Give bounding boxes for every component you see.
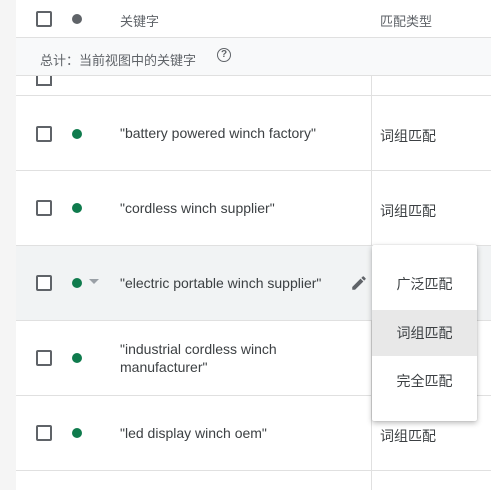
status-dot bbox=[72, 203, 82, 213]
row-checkbox[interactable] bbox=[36, 126, 52, 142]
table-row-partial bbox=[16, 76, 491, 96]
status-dot bbox=[72, 129, 82, 139]
select-all-checkbox[interactable] bbox=[36, 11, 52, 27]
row-checkbox[interactable] bbox=[36, 275, 52, 291]
keyword-text-line1[interactable]: "industrial cordless winch bbox=[120, 340, 277, 358]
left-gutter bbox=[0, 0, 16, 490]
help-circle-icon[interactable]: ? bbox=[217, 48, 231, 62]
keyword-text[interactable]: "battery powered winch factory" bbox=[120, 124, 316, 142]
match-type-text[interactable]: 词组匹配 bbox=[380, 426, 436, 446]
status-dot bbox=[72, 353, 82, 363]
checkbox-partial[interactable] bbox=[36, 76, 52, 86]
row-checkbox[interactable] bbox=[36, 200, 52, 216]
option-exact-match[interactable]: 完全匹配 bbox=[372, 358, 477, 404]
row-checkbox[interactable] bbox=[36, 350, 52, 366]
edit-pencil-icon[interactable] bbox=[350, 274, 368, 292]
keyword-text[interactable]: "led display winch oem" bbox=[120, 424, 267, 442]
status-dropdown-caret-icon[interactable] bbox=[89, 279, 99, 284]
keyword-column-header[interactable]: 关键字 bbox=[120, 11, 159, 30]
match-type-text[interactable]: 词组匹配 bbox=[380, 126, 436, 146]
summary-label: 总计：当前视图中的关键字 bbox=[40, 53, 197, 68]
table-row: "battery powered winch factory" 词组匹配 bbox=[16, 96, 491, 171]
status-dot bbox=[72, 428, 82, 438]
status-dot[interactable] bbox=[72, 278, 82, 288]
keyword-text-line2[interactable]: manufacturer" bbox=[120, 358, 207, 376]
table-row: "cordless winch supplier" 词组匹配 bbox=[16, 171, 491, 246]
match-type-column-header[interactable]: 匹配类型 bbox=[380, 11, 432, 30]
match-type-text[interactable]: 词组匹配 bbox=[380, 201, 436, 221]
table-header: 关键字 匹配类型 bbox=[16, 0, 491, 38]
option-broad-match[interactable]: 广泛匹配 bbox=[372, 261, 477, 307]
summary-row: 总计：当前视图中的关键字 ? bbox=[16, 38, 491, 76]
row-checkbox[interactable] bbox=[36, 425, 52, 441]
status-header-dot[interactable] bbox=[72, 14, 82, 24]
keyword-text[interactable]: "electric portable winch supplier" bbox=[120, 274, 321, 292]
keyword-text[interactable]: "cordless winch supplier" bbox=[120, 199, 275, 217]
option-phrase-match[interactable]: 词组匹配 bbox=[372, 310, 477, 356]
match-type-dropdown[interactable]: 广泛匹配 词组匹配 完全匹配 bbox=[372, 245, 477, 421]
table-row-partial-bottom bbox=[16, 471, 491, 490]
